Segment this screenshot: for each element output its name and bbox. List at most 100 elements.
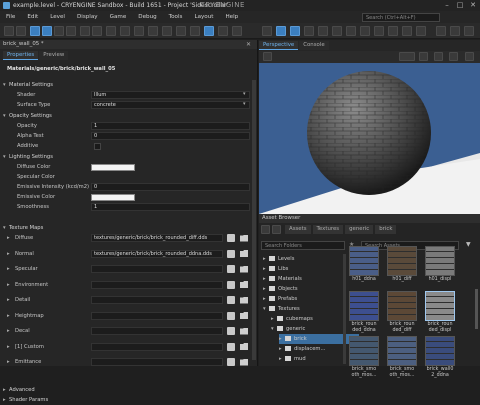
asset-thumbnail[interactable] (387, 291, 417, 321)
surface-type-select[interactable]: concrete (91, 101, 250, 109)
tree-item[interactable]: ▸ brick (279, 334, 359, 344)
breadcrumb-generic[interactable]: generic (345, 225, 374, 234)
weather-icon[interactable] (374, 26, 384, 36)
texture-path-input[interactable] (91, 265, 223, 273)
texture-path-input[interactable] (91, 311, 223, 320)
menu-layout[interactable]: Layout (194, 14, 213, 20)
folder-icon[interactable] (240, 250, 248, 257)
tree-item[interactable]: ▸ Objects (263, 284, 343, 294)
move-icon[interactable] (42, 26, 52, 36)
new-icon[interactable] (4, 26, 14, 36)
section-shader-params[interactable]: ▸ Shader Params (3, 395, 253, 405)
coord-icon[interactable] (120, 26, 130, 36)
tab-console[interactable]: Console (299, 41, 329, 50)
snap-grid-icon[interactable] (92, 26, 102, 36)
browse-file-icon[interactable] (227, 311, 235, 320)
browse-file-icon[interactable] (227, 327, 235, 335)
particles-icon[interactable] (360, 26, 370, 36)
breadcrumb-brick[interactable]: brick (375, 225, 397, 234)
surface-dropdown-icon[interactable]: ▾ (243, 101, 246, 107)
monitor-icon[interactable] (436, 26, 446, 36)
texture-path-input[interactable]: textures/generic/brick/brick_rounded_ddn… (91, 249, 223, 258)
scale-icon[interactable] (66, 26, 76, 36)
alpha-test-input[interactable]: 0 (91, 132, 250, 140)
shader-dropdown-icon[interactable]: ▾ (243, 91, 246, 97)
search-folders-input[interactable]: Search Folders (261, 241, 345, 250)
global-search-input[interactable]: Search (Ctrl+Alt+F) (362, 13, 440, 22)
menu-help[interactable]: Help (225, 14, 238, 20)
axis-icon[interactable] (106, 26, 116, 36)
texture-path-input[interactable] (91, 280, 223, 289)
camera-icon[interactable] (232, 26, 242, 36)
ai-physics-icon[interactable] (290, 26, 300, 36)
tree-item[interactable]: ▸ cubemaps (271, 314, 351, 324)
tree-item[interactable]: ▸ displacem... (279, 344, 359, 354)
asset-thumbnail[interactable] (349, 246, 379, 276)
asset-thumbnail[interactable] (349, 291, 379, 321)
breadcrumb-assets[interactable]: Assets (285, 225, 311, 234)
section-advanced[interactable]: ▸ Advanced (3, 385, 253, 395)
browse-file-icon[interactable] (227, 296, 235, 304)
select-icon[interactable] (30, 26, 40, 36)
material-scrollbar[interactable] (252, 80, 256, 360)
back-icon[interactable] (261, 225, 270, 234)
browse-file-icon[interactable] (227, 234, 235, 242)
viewport-settings-icon[interactable] (263, 52, 272, 61)
tree-item[interactable]: ▸ Libs (263, 264, 343, 274)
filter-icon[interactable]: ▼ (466, 241, 471, 248)
stats-icon[interactable] (464, 26, 474, 36)
measure-icon[interactable] (218, 26, 228, 36)
rotate-icon[interactable] (54, 26, 64, 36)
play-icon[interactable] (262, 26, 272, 36)
browse-file-icon[interactable] (227, 265, 235, 273)
asset-thumbnail[interactable] (387, 246, 417, 276)
close-icon[interactable]: ✕ (467, 1, 479, 10)
landscape-icon[interactable] (450, 26, 460, 36)
tree-item[interactable]: ▸ Levels (263, 254, 343, 264)
panel-close-icon[interactable]: ✕ (246, 41, 251, 48)
viewport-maximize-icon[interactable] (465, 52, 474, 61)
material-preview-viewport[interactable] (259, 63, 480, 214)
texture-path-input[interactable] (91, 358, 223, 366)
link-icon[interactable] (176, 26, 186, 36)
tree-item[interactable]: ▸ Prefabs (263, 294, 343, 304)
tree-item[interactable]: ▾ Textures (263, 304, 343, 314)
asset-thumbnail[interactable] (349, 336, 379, 366)
music-icon[interactable] (346, 26, 356, 36)
viewport-camera-icon[interactable] (419, 52, 428, 61)
texture-path-input[interactable] (91, 342, 223, 351)
tree-scrollbar[interactable] (343, 254, 346, 364)
shader-select[interactable]: Illum (91, 91, 250, 99)
tab-properties[interactable]: Properties (3, 51, 39, 60)
smoothness-input[interactable]: 1 (91, 203, 250, 211)
tab-preview[interactable]: Preview (39, 51, 69, 60)
asset-thumbnail[interactable] (425, 246, 455, 276)
additive-checkbox[interactable] (94, 143, 101, 150)
emissive-intensity-input[interactable]: 0 (91, 183, 250, 191)
browse-file-icon[interactable] (227, 342, 235, 351)
emissive-color-swatch[interactable] (91, 194, 135, 201)
tree-item[interactable]: ▾ generic (271, 324, 351, 334)
viewport-grid-icon[interactable] (434, 52, 443, 61)
viewport-helpers-icon[interactable] (449, 52, 458, 61)
tree-item[interactable]: ▸ Materials (263, 274, 343, 284)
asset-thumbnail[interactable] (425, 336, 455, 366)
menu-tools[interactable]: Tools (169, 14, 183, 20)
menu-level[interactable]: Level (50, 14, 65, 20)
export-icon[interactable] (304, 26, 314, 36)
physics-icon[interactable] (204, 26, 214, 36)
texture-path-input[interactable] (91, 327, 223, 335)
asset-thumbnail[interactable] (387, 336, 417, 366)
menu-edit[interactable]: Edit (27, 14, 38, 20)
assets-scrollbar[interactable] (475, 289, 478, 329)
section-opacity-settings[interactable]: ▾ Opacity Settings (3, 111, 253, 121)
tree-item[interactable]: ▸ mud (279, 354, 359, 364)
light-icon[interactable] (402, 26, 412, 36)
breadcrumb-textures[interactable]: Textures (312, 225, 344, 234)
diffuse-color-swatch[interactable] (91, 164, 135, 171)
asset-thumbnail[interactable] (425, 291, 455, 321)
texture-path-input[interactable]: textures/generic/brick/brick_rounded_dif… (91, 234, 223, 242)
menu-file[interactable]: File (6, 14, 15, 20)
unlink-icon[interactable] (190, 26, 200, 36)
game-mode-icon[interactable] (276, 26, 286, 36)
